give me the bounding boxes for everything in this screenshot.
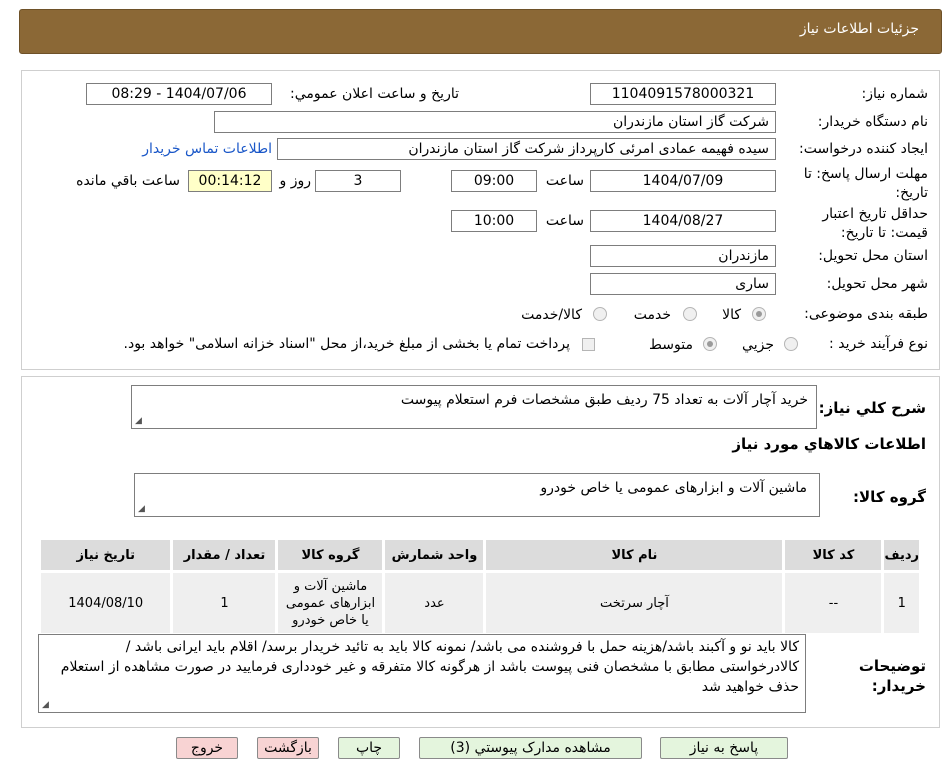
goods-info-title: اطلاعات کالاهاي مورد نياز: [732, 435, 926, 453]
announce-datetime-label: تاریخ و ساعت اعلان عمومي:: [290, 86, 459, 102]
cell-code: --: [782, 570, 885, 636]
announce-datetime-field: 1404/07/06 - 08:29: [86, 83, 272, 105]
buyer-notes-text: کالا باید نو و آکبند باشد/هزینه حمل با ف…: [60, 639, 799, 695]
remaining-time-label: ساعت باقي مانده: [76, 173, 180, 189]
deadline-date-field: 1404/07/09: [590, 170, 776, 192]
col-quantity-header: تعداد / مقدار: [170, 537, 279, 573]
cell-quantity: 1: [170, 570, 279, 636]
col-date-header: تاريخ نياز: [37, 537, 174, 573]
category-service-label: خدمت: [633, 307, 671, 323]
category-goods-radio[interactable]: [752, 307, 766, 321]
goods-group-label: گروه کالا:: [853, 488, 926, 506]
col-name-header: نام کالا: [483, 537, 786, 573]
treasury-payment-checkbox[interactable]: [582, 338, 595, 351]
summary-textarea[interactable]: خرید آچار آلات به تعداد 75 ردیف طبق مشخص…: [131, 385, 817, 429]
summary-label: شرح کلي نياز:: [818, 399, 926, 417]
deadline-label: مهلت ارسال پاسخ: تا تاريخ:: [793, 165, 928, 203]
category-label: طبقه بندی موضوعی:: [804, 306, 928, 322]
col-unit-header: واحد شمارش: [382, 537, 487, 573]
table-header-row: رديف کد کالا نام کالا واحد شمارش گروه کا…: [37, 537, 922, 573]
buyer-notes-label: توضيحات خريدار:: [856, 656, 926, 696]
buyer-notes-textarea[interactable]: کالا باید نو و آکبند باشد/هزینه حمل با ف…: [38, 634, 806, 713]
page-title: جزئیات اطلاعات نیاز: [799, 21, 919, 37]
category-goods-service-radio[interactable]: [593, 307, 607, 321]
remaining-time-field: 00:14:12: [188, 170, 272, 192]
purchase-type-medium-radio[interactable]: [703, 337, 717, 351]
buyer-org-field: شرکت گاز استان مازندران: [214, 111, 776, 133]
goods-table: رديف کد کالا نام کالا واحد شمارش گروه کا…: [37, 537, 922, 636]
back-button[interactable]: بازگشت: [257, 737, 319, 759]
need-number-label: شماره نیاز:: [861, 86, 929, 102]
exit-button[interactable]: خروج: [176, 737, 238, 759]
col-group-header: گروه کالا: [275, 537, 386, 573]
purchase-type-partial-label: جزیي: [742, 337, 774, 353]
city-field: ساری: [590, 273, 776, 295]
col-code-header: کد کالا: [782, 537, 885, 573]
category-goods-label: کالا: [722, 307, 741, 323]
buyer-contact-link[interactable]: اطلاعات تماس خريدار: [142, 141, 272, 157]
goods-group-text: ماشین آلات و ابزارهای عمومی یا خاص خودرو: [540, 480, 807, 496]
deadline-time-label: ساعت: [545, 173, 584, 189]
treasury-payment-note: پرداخت تمام يا بخشی از مبلغ خريد،از محل …: [123, 336, 570, 352]
price-validity-time-field: 10:00: [451, 210, 537, 232]
price-validity-label: حداقل تاريخ اعتبار قيمت: تا تاريخ:: [793, 205, 928, 243]
view-attachments-button[interactable]: مشاهده مدارک پيوستي (3): [419, 737, 642, 759]
purchase-type-partial-radio[interactable]: [784, 337, 798, 351]
deadline-days-field: 3: [315, 170, 401, 192]
price-validity-date-field: 1404/08/27: [590, 210, 776, 232]
province-label: استان محل تحويل:: [818, 248, 928, 264]
print-button[interactable]: چاپ: [338, 737, 400, 759]
cell-date: 1404/08/10: [37, 570, 174, 636]
goods-group-textarea[interactable]: ماشین آلات و ابزارهای عمومی یا خاص خودرو…: [134, 473, 820, 517]
cell-group: ماشین آلات و ابزارهای عمومی یا خاص خودرو: [275, 570, 386, 636]
cell-name: آچار سرتخت: [483, 570, 786, 636]
need-number-field: 1104091578000321: [590, 83, 776, 105]
col-row-header: رديف: [881, 537, 922, 573]
category-goods-service-label: کالا/خدمت: [521, 307, 582, 323]
resize-handle-icon[interactable]: ◢: [138, 505, 145, 514]
requester-label: ايجاد کننده درخواست:: [799, 141, 928, 157]
resize-handle-icon[interactable]: ◢: [42, 701, 49, 710]
price-validity-label-text: حداقل تاريخ اعتبار قيمت: تا تاريخ:: [822, 206, 928, 241]
deadline-days-label: روز و: [279, 173, 312, 189]
requester-field: سیده فهیمه عمادی امرئی کارپرداز شرکت گاز…: [277, 138, 776, 160]
purchase-type-medium-label: متوسط: [649, 337, 693, 353]
table-row: 1 -- آچار سرتخت عدد ماشین آلات و ابزارها…: [37, 570, 922, 636]
deadline-label-text: مهلت ارسال پاسخ: تا تاريخ:: [803, 166, 928, 201]
purchase-type-label: نوع فرآيند خريد :: [829, 336, 928, 352]
buyer-org-label: نام دستگاه خريدار:: [817, 114, 928, 130]
resize-handle-icon[interactable]: ◢: [135, 417, 142, 426]
page-header: جزئیات اطلاعات نیاز: [19, 9, 942, 54]
cell-row: 1: [881, 570, 922, 636]
cell-unit: عدد: [382, 570, 487, 636]
deadline-time-field: 09:00: [451, 170, 537, 192]
price-validity-time-label: ساعت: [545, 213, 584, 229]
province-field: مازندران: [590, 245, 776, 267]
buyer-notes-label-text: توضيحات خريدار:: [858, 657, 926, 695]
city-label: شهر محل تحويل:: [826, 276, 928, 292]
category-service-radio[interactable]: [683, 307, 697, 321]
summary-text: خرید آچار آلات به تعداد 75 ردیف طبق مشخص…: [400, 392, 808, 408]
reply-button[interactable]: پاسخ به نياز: [660, 737, 788, 759]
